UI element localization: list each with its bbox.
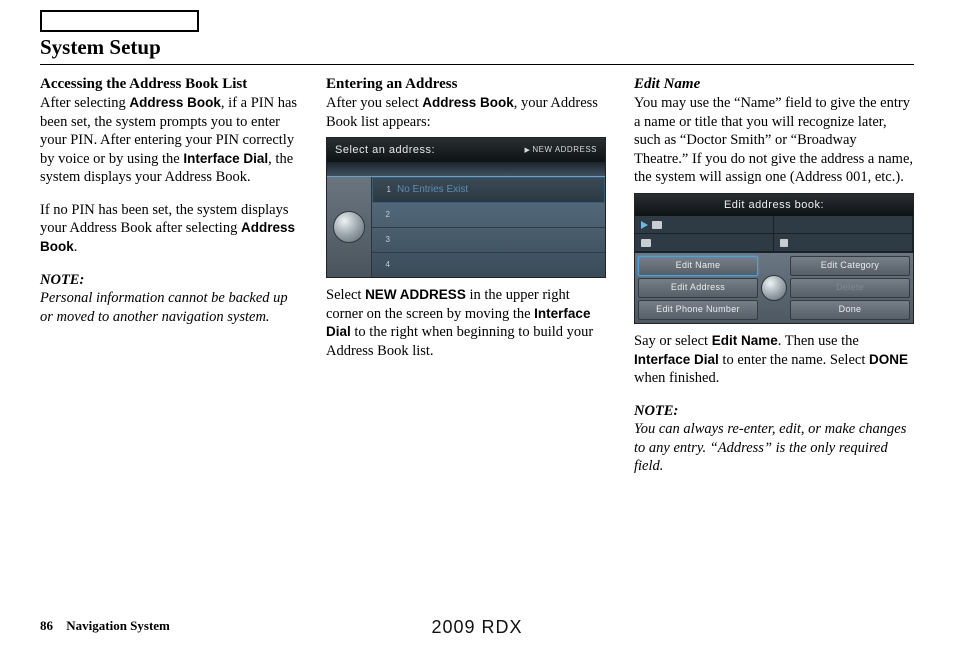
col1-para1: Accessing the Address Book List After se… [40,75,298,187]
screen1-header: Select an address: NEW ADDRESS [327,138,605,162]
cell-blank-1 [774,216,913,234]
page-title: System Setup [40,35,914,60]
screen2-title: Edit address book: [635,194,913,216]
col1-para2: If no PIN has been set, the system displ… [40,201,298,257]
edit-address-button[interactable]: Edit Address [638,278,758,298]
list-row-1[interactable]: 1 No Entries Exist [372,177,605,203]
footer-model: 2009 RDX [0,617,954,638]
new-address-button[interactable]: NEW ADDRESS [524,145,597,156]
col2-para1: Entering an Address After you select Add… [326,75,606,131]
screen1-spacer [327,162,605,177]
col2-heading: Entering an Address [326,76,457,92]
screen1-title: Select an address: [335,143,435,157]
title-rule [40,64,914,65]
done-button[interactable]: Done [790,300,910,320]
col1-heading: Accessing the Address Book List [40,76,247,92]
home-icon [652,221,662,229]
column-2: Entering an Address After you select Add… [326,75,606,490]
list-row-3[interactable]: 3 [372,228,605,253]
select-address-screen: Select an address: NEW ADDRESS 1 No Entr… [326,137,606,278]
cell-play [635,216,774,234]
category-icon [641,239,651,247]
edit-name-button[interactable]: Edit Name [638,256,758,276]
phone-icon [780,239,788,247]
screen1-body: 1 No Entries Exist 2 3 4 [327,177,605,277]
interface-dial-icon[interactable] [333,211,365,243]
bold-interface-dial: Interface Dial [183,151,268,166]
col3-para1: Edit Name You may use the “Name” field t… [634,75,914,187]
delete-button[interactable]: Delete [790,278,910,298]
note-label: NOTE: [634,403,678,419]
edit-category-button[interactable]: Edit Category [790,256,910,276]
columns: Accessing the Address Book List After se… [40,75,914,490]
play-icon [641,221,648,229]
col2-para2: Select NEW ADDRESS in the upper right co… [326,286,606,360]
edit-phone-button[interactable]: Edit Phone Number [638,300,758,320]
cell-phone [774,234,913,252]
note-label: NOTE: [40,272,84,288]
no-entries-text: No Entries Exist [397,184,468,197]
note-body: Personal information cannot be backed up… [40,290,288,325]
dial-column [327,177,372,277]
bold-address-book: Address Book [129,95,221,110]
edit-address-book-screen: Edit address book: Edit Name [634,193,914,324]
col3-para2: Say or select Edit Name. Then use the In… [634,332,914,388]
list-row-4[interactable]: 4 [372,253,605,277]
col3-note: NOTE: You can always re-enter, edit, or … [634,402,914,476]
address-list: 1 No Entries Exist 2 3 4 [372,177,605,277]
interface-dial-icon[interactable] [761,275,787,301]
note-body: You can always re-enter, edit, or make c… [634,421,906,474]
column-1: Accessing the Address Book List After se… [40,75,298,490]
screen2-icon-grid [635,216,913,253]
list-row-2[interactable]: 2 [372,203,605,228]
cell-category [635,234,774,252]
screen2-button-grid: Edit Name Edit Category Edit Address Del… [635,253,913,323]
column-3: Edit Name You may use the “Name” field t… [634,75,914,490]
col3-heading: Edit Name [634,76,700,92]
col1-note: NOTE: Personal information cannot be bac… [40,271,298,327]
header-blank-box [40,10,199,32]
